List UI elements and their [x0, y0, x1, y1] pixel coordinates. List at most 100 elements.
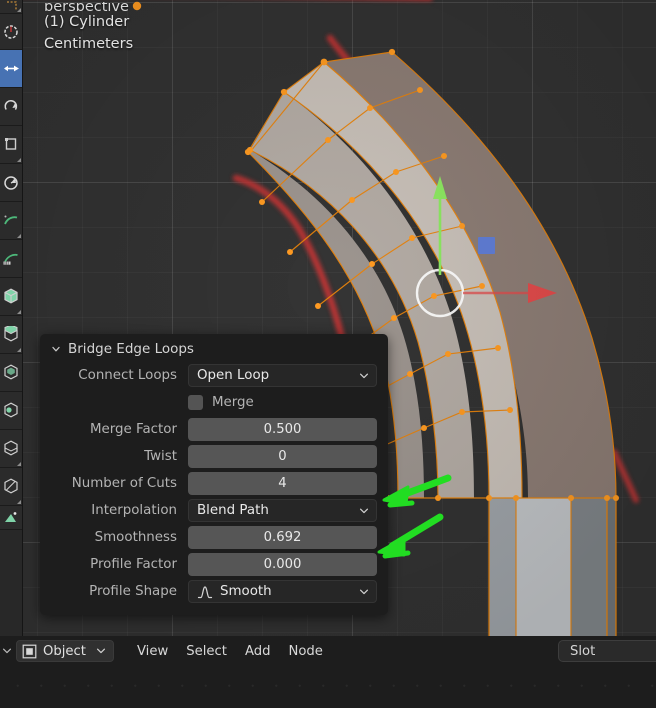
dropdown-profile-shape-value: Smooth — [220, 584, 272, 599]
operator-redo-panel[interactable]: Bridge Edge Loops Connect Loops Open Loo… — [40, 334, 388, 615]
tool-corner-indicator — [17, 310, 21, 314]
value-number-of-cuts: 4 — [278, 476, 287, 491]
tool-corner-indicator — [17, 158, 21, 162]
menu-add[interactable]: Add — [236, 640, 280, 662]
sidebar-item-loop-cut-tool[interactable] — [0, 430, 22, 468]
row-profile-factor: Profile Factor 0.000 — [51, 553, 377, 576]
object-shading-icon — [22, 644, 37, 658]
transform-icon — [4, 175, 18, 190]
value-merge-factor: 0.500 — [263, 422, 302, 437]
chevron-down-icon — [359, 589, 369, 594]
rotate-arc-icon — [4, 99, 18, 110]
label-merge-factor: Merge Factor — [89, 422, 177, 437]
chevron-down-icon — [2, 648, 12, 654]
cursor-select-icon — [6, 0, 17, 11]
row-connect-loops: Connect Loops Open Loop — [51, 364, 377, 387]
tool-corner-indicator — [17, 234, 21, 238]
dropdown-connect-loops[interactable]: Open Loop — [188, 364, 377, 387]
row-profile-shape: Profile Shape Smooth — [51, 580, 377, 603]
operator-panel-title: Bridge Edge Loops — [68, 341, 194, 357]
slot-field[interactable]: Slot — [558, 640, 656, 662]
row-number-of-cuts: Number of Cuts 4 — [51, 472, 377, 495]
node-grid-dots-major — [0, 666, 656, 708]
shader-type-dropdown[interactable]: Object — [16, 640, 114, 662]
chevron-down-icon — [96, 648, 105, 654]
checkbox-merge[interactable] — [188, 395, 203, 410]
sidebar-item-rotate-tool[interactable] — [0, 88, 22, 126]
annotate-pencil-icon — [4, 215, 18, 224]
circle-select-icon — [4, 24, 18, 39]
gizmo-z-handle — [478, 237, 495, 254]
label-connect-loops: Connect Loops — [78, 368, 177, 383]
sidebar-item-tweak-tool[interactable] — [0, 0, 22, 14]
tool-corner-indicator — [17, 8, 21, 12]
measure-ruler-icon — [3, 253, 18, 265]
sidebar-item-bevel-tool[interactable] — [0, 392, 22, 430]
row-merge-factor: Merge Factor 0.500 — [51, 418, 377, 441]
value-twist: 0 — [278, 449, 287, 464]
slider-twist[interactable]: 0 — [188, 445, 377, 468]
extrude-region-icon — [4, 326, 18, 342]
sidebar-item-transform-tool[interactable] — [0, 164, 22, 202]
dropdown-interpolation-value: Blend Path — [197, 503, 269, 518]
viewport-units-label: Centimeters — [44, 36, 134, 52]
label-profile-factor: Profile Factor — [90, 557, 177, 572]
menu-node[interactable]: Node — [279, 640, 331, 662]
label-twist: Twist — [144, 449, 177, 464]
sidebar-item-poly-build-tool[interactable] — [0, 506, 22, 530]
sidebar-item-annotate-tool[interactable] — [0, 202, 22, 240]
viewport-perspective-label: perspective — [44, 2, 129, 11]
viewport-toolbar[interactable] — [0, 0, 23, 636]
dropdown-profile-shape[interactable]: Smooth — [188, 580, 377, 603]
node-editor-header[interactable]: Object View Select Add Node Slot — [0, 636, 656, 666]
sidebar-item-knife-tool[interactable] — [0, 468, 22, 506]
label-smoothness: Smoothness — [94, 530, 177, 545]
operator-panel-header[interactable]: Bridge Edge Loops — [40, 334, 388, 364]
dropdown-connect-loops-value: Open Loop — [197, 368, 270, 383]
bevel-icon — [4, 402, 18, 418]
cylinder-lower-body — [489, 498, 616, 636]
node-editor-canvas[interactable] — [0, 666, 656, 708]
row-smoothness: Smoothness 0.692 — [51, 526, 377, 549]
viewport-object-label: (1) Cylinder — [44, 14, 130, 30]
sidebar-item-inset-faces-tool[interactable] — [0, 354, 22, 392]
sidebar-item-move-tool[interactable] — [0, 50, 22, 88]
loop-cut-icon — [4, 440, 18, 456]
knife-icon — [4, 478, 18, 494]
shader-type-value: Object — [43, 643, 86, 659]
value-profile-factor: 0.000 — [263, 557, 302, 572]
chevron-down-icon — [52, 346, 60, 352]
bell-curve-icon — [197, 585, 213, 598]
sidebar-item-scale-tool[interactable] — [0, 126, 22, 164]
label-interpolation: Interpolation — [91, 503, 177, 518]
label-number-of-cuts: Number of Cuts — [71, 476, 177, 491]
slider-profile-factor[interactable]: 0.000 — [188, 553, 377, 576]
label-profile-shape: Profile Shape — [89, 584, 177, 599]
slider-merge-factor[interactable]: 0.500 — [188, 418, 377, 441]
dropdown-interpolation[interactable]: Blend Path — [188, 499, 377, 522]
editor-type-selector[interactable] — [0, 647, 14, 655]
label-merge: Merge — [212, 395, 254, 410]
sidebar-item-select-circle[interactable] — [0, 14, 22, 50]
chevron-down-icon — [359, 373, 369, 378]
menu-select[interactable]: Select — [177, 640, 236, 662]
slider-smoothness[interactable]: 0.692 — [188, 526, 377, 549]
row-merge[interactable]: Merge — [188, 391, 388, 414]
row-interpolation: Interpolation Blend Path — [51, 499, 377, 522]
scale-box-icon — [4, 138, 16, 150]
tool-corner-indicator — [17, 500, 21, 504]
menu-view[interactable]: View — [128, 640, 177, 662]
poly-build-icon — [5, 512, 17, 522]
slot-label: Slot — [570, 643, 596, 659]
inset-faces-icon — [4, 364, 18, 380]
sidebar-item-extrude-region-tool[interactable] — [0, 316, 22, 354]
tool-corner-indicator — [17, 462, 21, 466]
move-arrows-icon — [3, 65, 19, 72]
sidebar-item-add-cube-tool[interactable] — [0, 278, 22, 316]
chevron-down-icon — [359, 508, 369, 513]
sidebar-item-measure-tool[interactable] — [0, 240, 22, 278]
slider-number-of-cuts[interactable]: 4 — [188, 472, 377, 495]
viewport-info-overlay: perspective (1) Cylinder Centimeters — [44, 2, 133, 55]
tool-corner-indicator — [17, 348, 21, 352]
value-smoothness: 0.692 — [263, 530, 302, 545]
